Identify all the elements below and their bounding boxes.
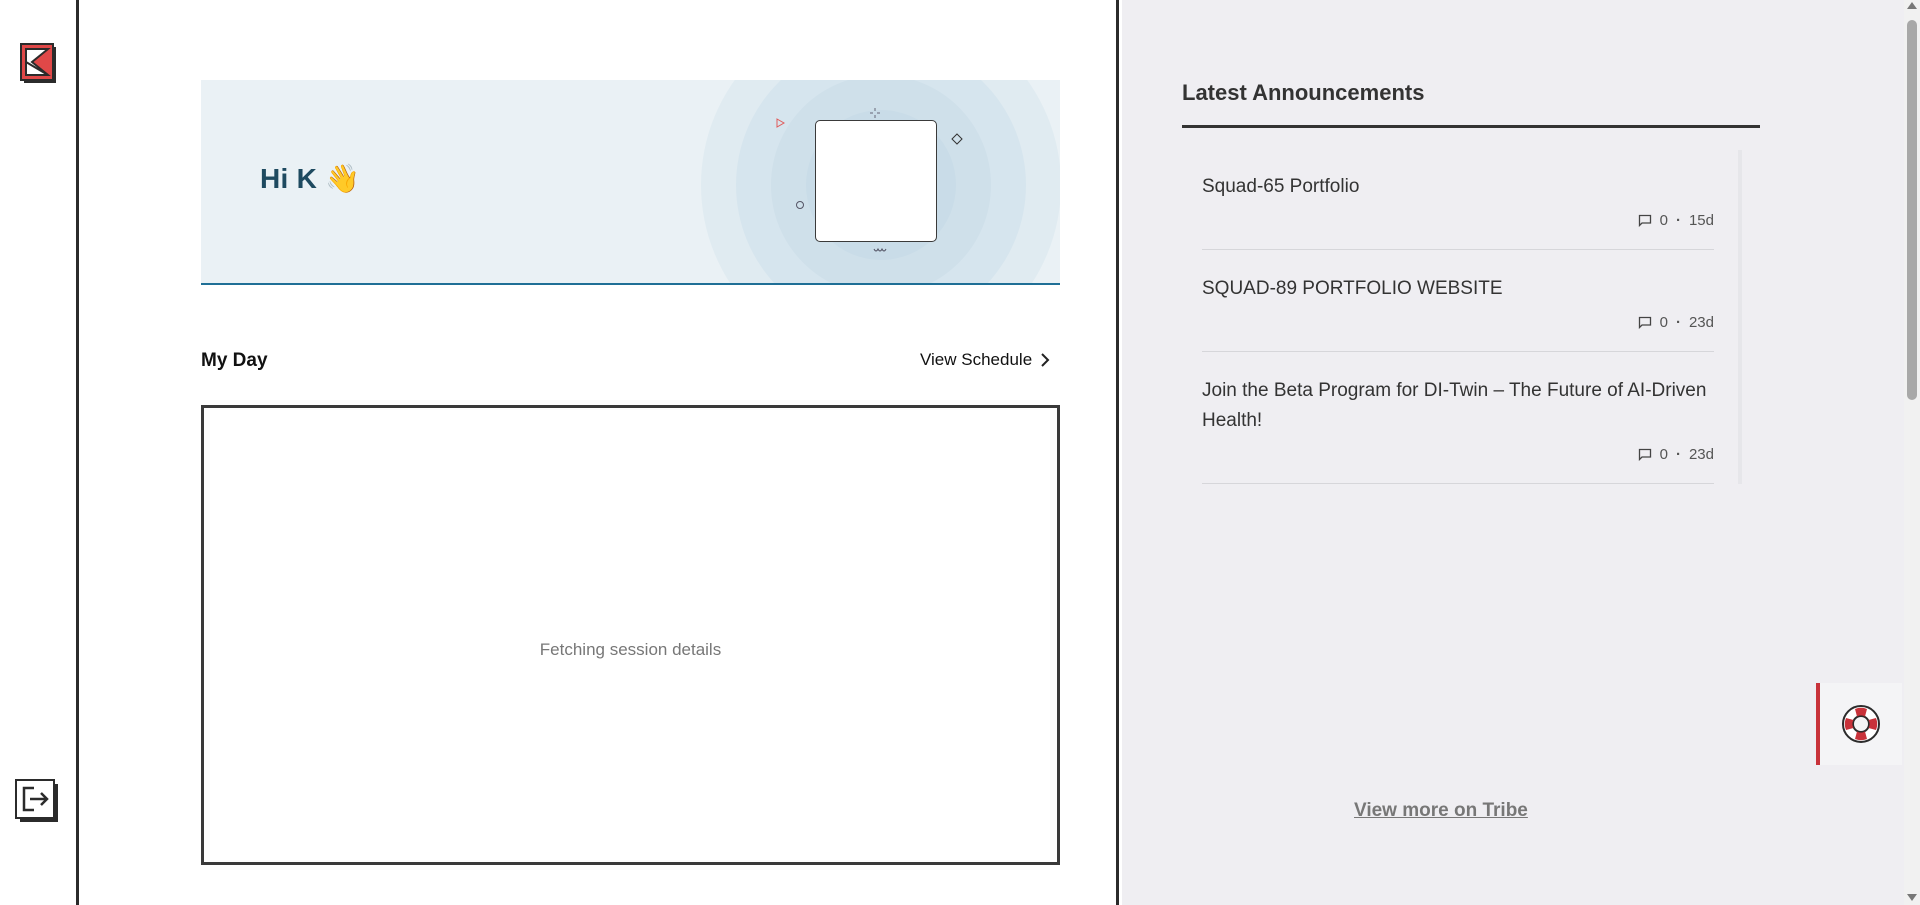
- main-content: Hi K 👋 My Day View Schedule Fetching ses…: [79, 0, 1119, 905]
- view-schedule-label: View Schedule: [920, 350, 1033, 369]
- meta-separator: ·: [1675, 314, 1681, 331]
- profile-photo-frame[interactable]: [815, 120, 937, 242]
- sparkle-decoration-icon: [870, 108, 880, 118]
- announcement-age: 15d: [1688, 212, 1714, 229]
- triangle-decoration-icon: [776, 118, 785, 128]
- announcement-item[interactable]: Join the Beta Program for DI-Twin – The …: [1202, 352, 1714, 484]
- scroll-up-arrow-icon[interactable]: [1907, 2, 1917, 9]
- announcements-panel: Latest Announcements Squad-65 Portfolio …: [1122, 0, 1904, 905]
- scrollbar-thumb[interactable]: [1907, 20, 1917, 400]
- announcement-age: 23d: [1688, 314, 1714, 331]
- comment-count: 0: [1659, 446, 1668, 463]
- meta-separator: ·: [1675, 212, 1681, 229]
- view-more-on-tribe-link[interactable]: View more on Tribe: [1354, 800, 1530, 822]
- logout-icon[interactable]: [14, 778, 60, 824]
- meta-separator: ·: [1675, 446, 1681, 463]
- announcements-title: Latest Announcements: [1182, 80, 1425, 105]
- scroll-down-arrow-icon[interactable]: [1907, 894, 1917, 901]
- announcement-item[interactable]: SQUAD-89 PORTFOLIO WEBSITE 0 · 23d: [1202, 250, 1714, 352]
- view-schedule-link[interactable]: View Schedule: [920, 350, 1050, 370]
- diamond-decoration-icon: [951, 133, 963, 145]
- session-details-panel: Fetching session details: [201, 405, 1060, 865]
- greeting-text: Hi K 👋: [260, 162, 360, 195]
- announcements-list: Squad-65 Portfolio 0 · 15d SQUAD-89 PORT…: [1202, 150, 1742, 484]
- squiggle-decoration-icon: [873, 247, 887, 252]
- session-status-text: Fetching session details: [539, 640, 722, 659]
- help-widget-button[interactable]: [1816, 683, 1902, 765]
- comment-icon: [1638, 316, 1651, 329]
- comment-count: 0: [1659, 212, 1668, 229]
- my-day-title: My Day: [201, 350, 268, 371]
- page-scrollbar[interactable]: [1904, 0, 1920, 905]
- greeting-banner: Hi K 👋: [201, 80, 1060, 285]
- comment-icon: [1638, 214, 1651, 227]
- circle-decoration-icon: [796, 201, 804, 209]
- announcement-title: Squad-65 Portfolio: [1202, 176, 1360, 197]
- left-rail: [0, 0, 79, 905]
- comment-count: 0: [1659, 314, 1668, 331]
- announcement-meta: 0 · 23d: [1202, 314, 1714, 331]
- announcements-divider: [1182, 125, 1760, 128]
- kl-logo-icon[interactable]: [20, 43, 58, 85]
- comment-icon: [1638, 448, 1651, 461]
- wave-icon: 👋: [325, 163, 361, 194]
- announcement-meta: 0 · 23d: [1202, 446, 1714, 463]
- chevron-right-icon: [1041, 353, 1050, 367]
- announcement-age: 23d: [1688, 446, 1714, 463]
- announcement-meta: 0 · 15d: [1202, 212, 1714, 229]
- announcement-title: SQUAD-89 PORTFOLIO WEBSITE: [1202, 278, 1503, 299]
- announcement-title: Join the Beta Program for DI-Twin – The …: [1202, 380, 1707, 431]
- greeting-name: Hi K: [260, 163, 318, 194]
- lifebuoy-icon: [1842, 705, 1880, 743]
- announcement-item[interactable]: Squad-65 Portfolio 0 · 15d: [1202, 150, 1714, 250]
